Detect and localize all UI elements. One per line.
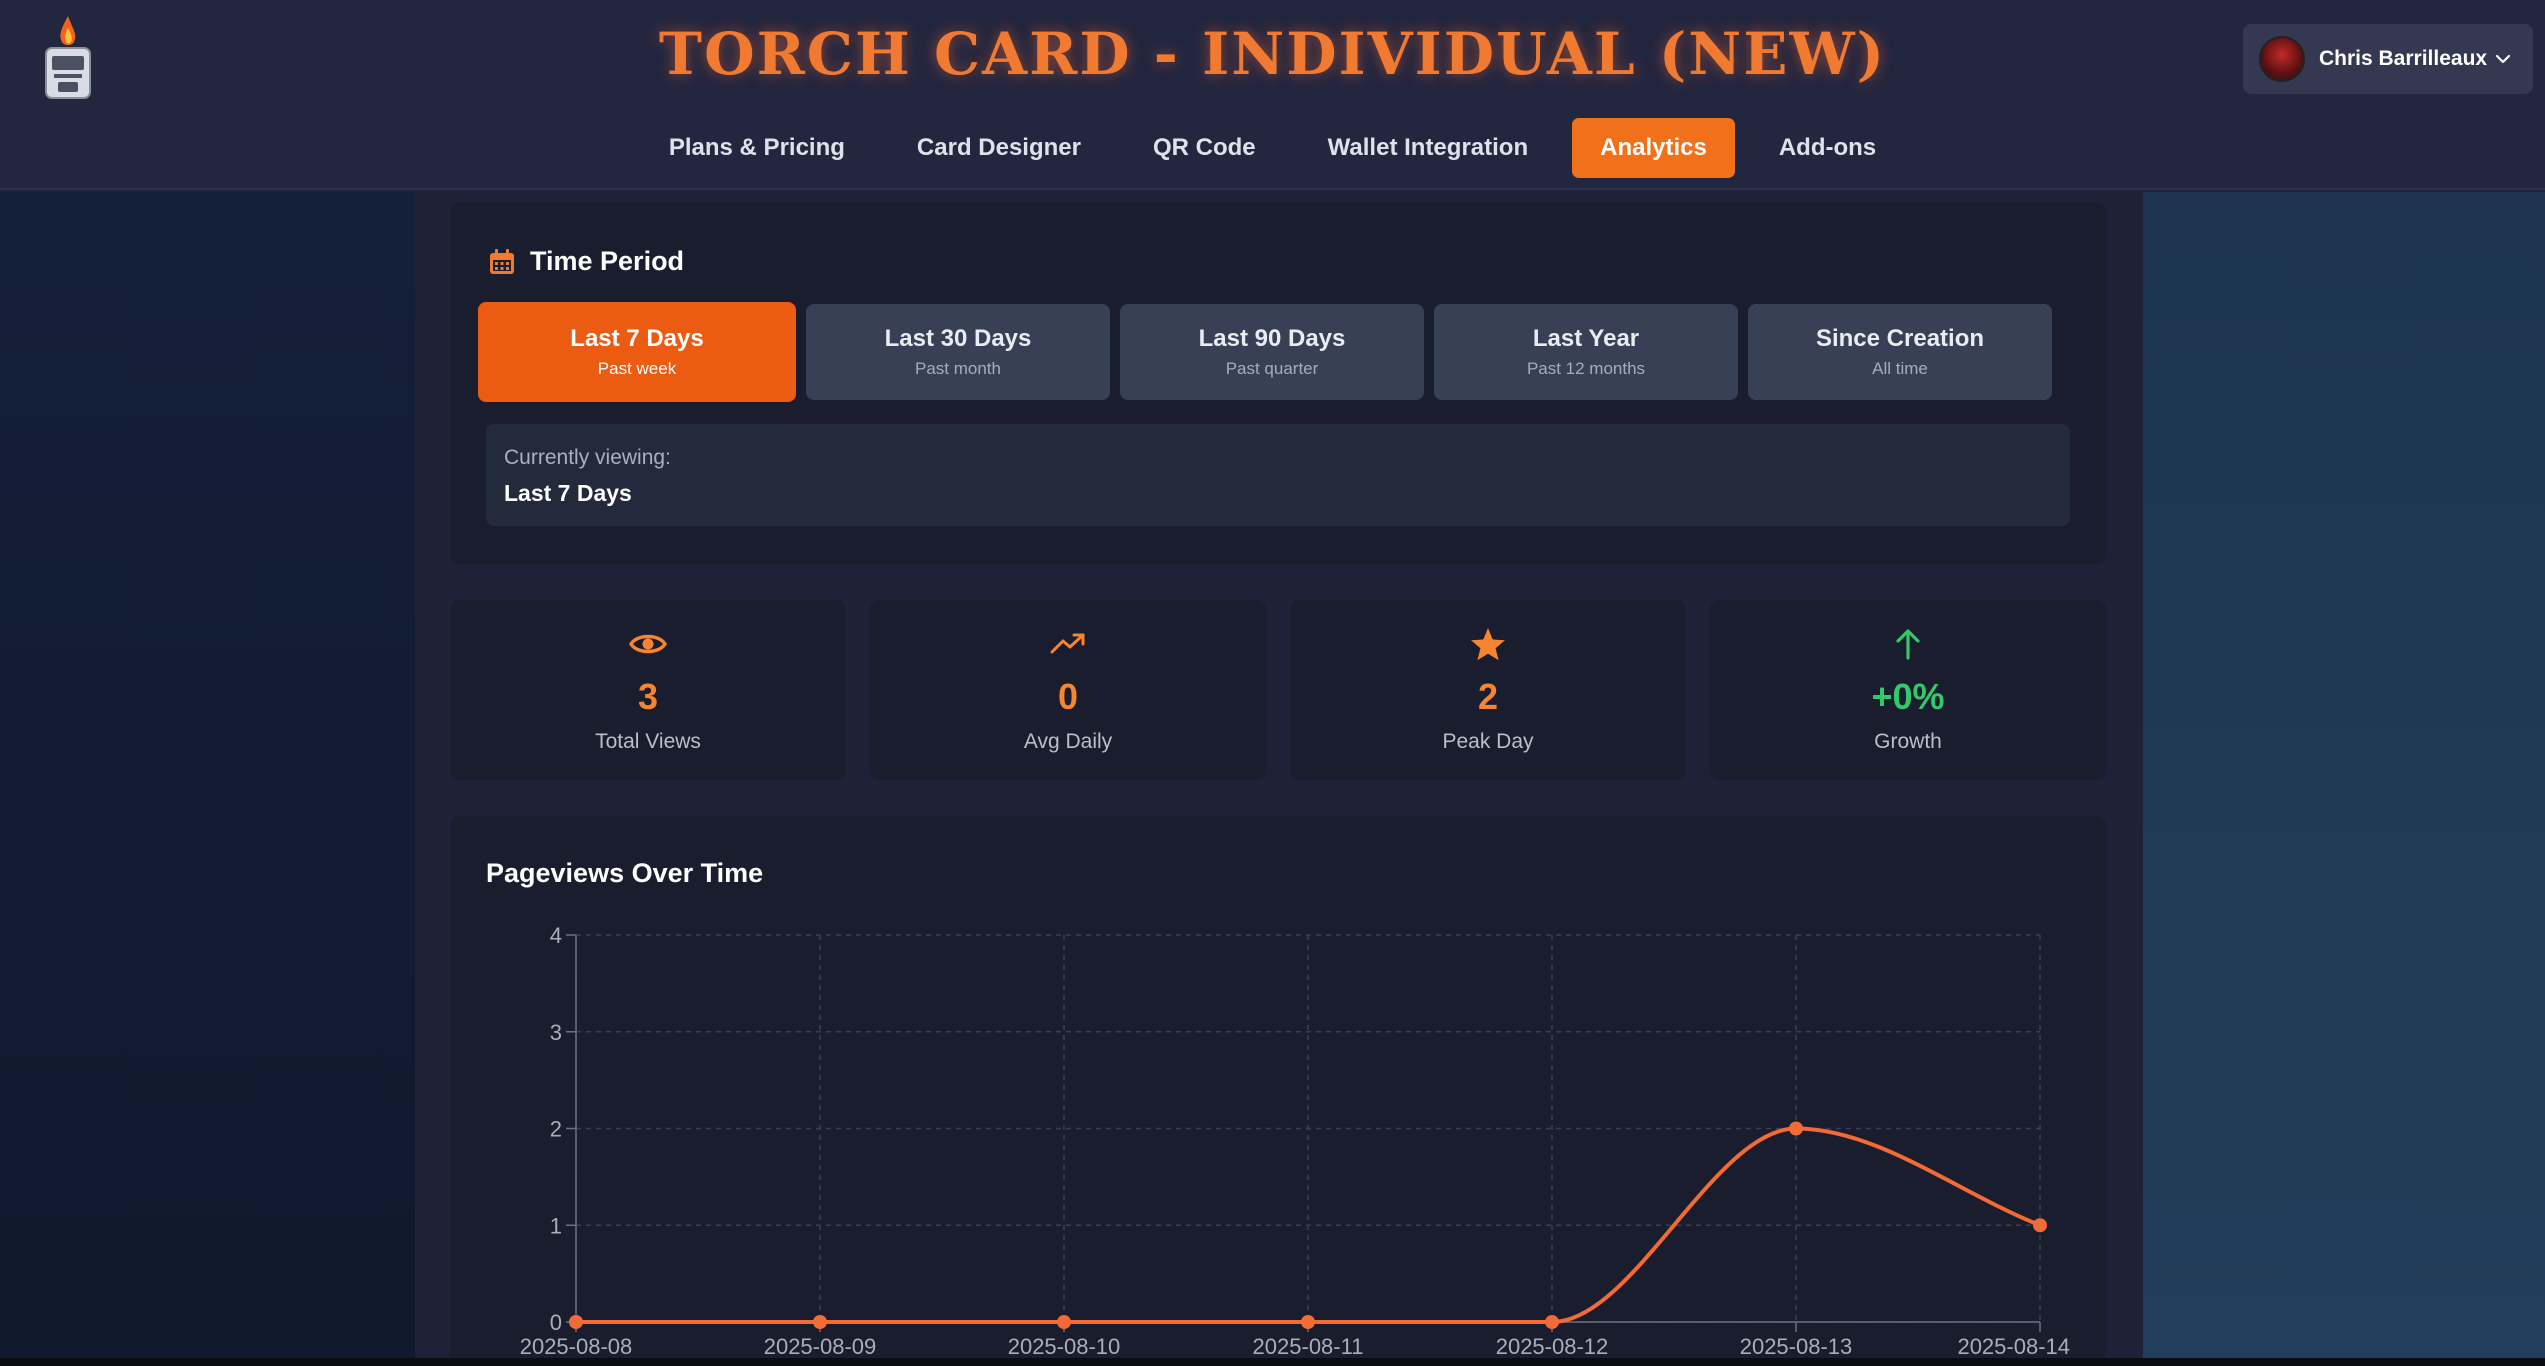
currently-viewing-value: Last 7 Days [504, 480, 632, 506]
x-tick-label: 2025-08-09 [764, 1334, 877, 1359]
period-sub: Past quarter [1225, 359, 1319, 378]
time-period-card: Time Period Last 7 Days Past week Last 3… [450, 202, 2106, 564]
period-since-creation[interactable]: Since Creation All time [1748, 304, 2052, 400]
nav-wallet-integration[interactable]: Wallet Integration [1300, 118, 1556, 178]
period-label: Last 7 Days [570, 325, 704, 352]
data-point [1301, 1315, 1315, 1329]
stat-card-peak-day: 2 Peak Day [1290, 600, 1686, 780]
stat-card-avg-daily: 0 Avg Daily [870, 600, 1266, 780]
nav-add-ons[interactable]: Add-ons [1751, 118, 1904, 178]
user-menu-button[interactable]: Chris Barrilleaux [2243, 24, 2533, 94]
y-tick-label: 0 [550, 1310, 562, 1335]
period-last-90-days[interactable]: Last 90 Days Past quarter [1120, 304, 1424, 400]
avatar [2259, 36, 2305, 82]
x-tick-label: 2025-08-12 [1496, 1334, 1609, 1359]
period-label: Last 30 Days [884, 325, 1032, 352]
stat-card-growth: +0% Growth [1710, 600, 2106, 780]
stat-value: 3 [637, 676, 659, 717]
currently-viewing-label: Currently viewing: [504, 446, 671, 469]
data-point [1789, 1121, 1803, 1136]
time-period-heading: Time Period [488, 246, 684, 277]
eye-icon [629, 634, 667, 654]
period-options: Last 7 Days Past week Last 30 Days Past … [478, 302, 2052, 402]
data-point [569, 1315, 583, 1329]
period-last-30-days[interactable]: Last 30 Days Past month [806, 304, 1110, 400]
x-tick-label: 2025-08-11 [1253, 1334, 1364, 1359]
data-point [1545, 1315, 1559, 1329]
data-point [1057, 1315, 1071, 1329]
currently-viewing-box: Currently viewing: Last 7 Days [486, 424, 2070, 526]
period-sub: Past week [597, 359, 677, 378]
period-label: Last Year [1532, 325, 1640, 352]
time-period-title: Time Period [530, 246, 685, 276]
chevron-down-icon [2495, 54, 2511, 64]
period-last-7-days[interactable]: Last 7 Days Past week [478, 302, 796, 402]
pageviews-chart-card: Pageviews Over Time 0 1 2 3 4 2025-08-08 2025-… [450, 816, 2106, 1366]
y-tick-label: 2 [550, 1117, 562, 1142]
y-tick-label: 4 [550, 923, 562, 948]
period-label: Last 90 Days [1198, 325, 1346, 352]
stat-label: Avg Daily [1023, 730, 1113, 753]
period-last-year[interactable]: Last Year Past 12 months [1434, 304, 1738, 400]
trending-up-icon [1050, 633, 1085, 654]
nav-plans-pricing[interactable]: Plans & Pricing [641, 118, 873, 178]
stat-card-total-views: 3 Total Views [450, 600, 846, 780]
stat-label: Peak Day [1442, 730, 1534, 753]
period-sub: Past month [915, 359, 1001, 378]
user-name: Chris Barrilleaux [2319, 47, 2488, 70]
stat-value: +0% [1871, 676, 1945, 717]
page-title: TORCH CARD - INDIVIDUAL (NEW) [658, 20, 1887, 88]
stat-label: Total Views [595, 730, 701, 753]
period-sub: All time [1872, 359, 1928, 378]
arrow-up-icon [1896, 629, 1920, 660]
star-icon [1471, 628, 1505, 661]
data-point [813, 1315, 827, 1329]
x-tick-label: 2025-08-13 [1740, 1334, 1853, 1359]
calendar-icon [490, 248, 514, 274]
main-nav: Plans & Pricing Card Designer QR Code Wa… [0, 118, 2545, 178]
stat-label: Growth [1874, 730, 1942, 753]
nav-card-designer[interactable]: Card Designer [889, 118, 1109, 178]
data-point [2033, 1218, 2047, 1233]
stat-value: 0 [1057, 676, 1079, 717]
y-tick-label: 3 [550, 1020, 562, 1045]
nav-qr-code[interactable]: QR Code [1125, 118, 1284, 178]
y-tick-label: 1 [550, 1213, 562, 1238]
bottom-edge [0, 1358, 2545, 1366]
pageviews-line-chart: 0 1 2 3 4 2025-08-08 2025-08-09 2025-08-10 2025-… [520, 923, 2070, 1359]
x-tick-label: 2025-08-14 [1957, 1334, 2070, 1359]
left-side-panel [0, 192, 415, 1366]
nav-analytics[interactable]: Analytics [1572, 118, 1735, 178]
period-sub: Past 12 months [1526, 359, 1646, 378]
app-header: TORCH CARD - INDIVIDUAL (NEW) Plans & Pr… [0, 0, 2545, 190]
x-tick-label: 2025-08-08 [520, 1334, 633, 1359]
stat-value: 2 [1477, 676, 1499, 717]
x-tick-label: 2025-08-10 [1008, 1334, 1121, 1359]
right-side-panel [2143, 192, 2545, 1366]
period-label: Since Creation [1815, 325, 1985, 352]
